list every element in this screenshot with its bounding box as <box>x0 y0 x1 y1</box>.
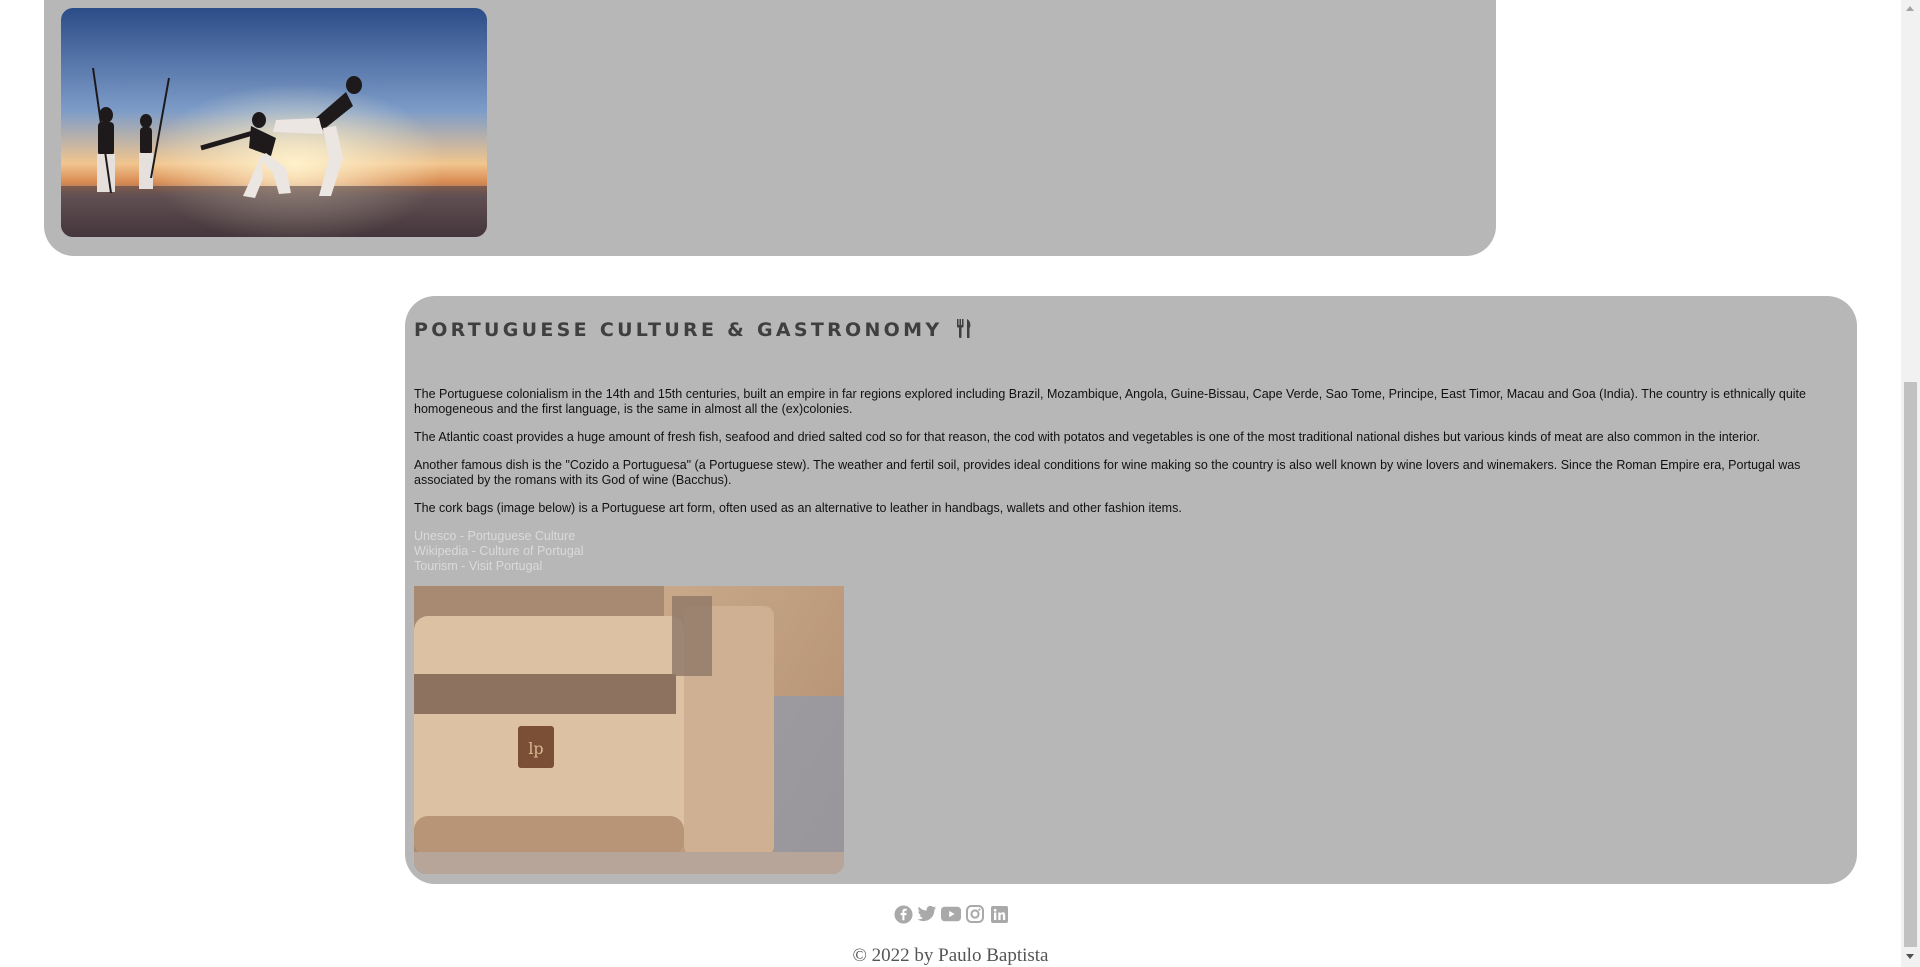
reference-links: Unesco - Portuguese Culture Wikipedia - … <box>414 529 584 574</box>
facebook-icon[interactable] <box>893 904 913 924</box>
capoeira-image <box>61 8 487 237</box>
paragraph: The Atlantic coast provides a huge amoun… <box>414 430 1760 444</box>
paragraph: Another famous dish is the "Cozido a Por… <box>414 458 1801 487</box>
scroll-up-arrow-icon[interactable] <box>1906 6 1914 11</box>
section-body: The Portuguese colonialism in the 14th a… <box>414 387 1850 529</box>
copyright: © 2022 by Paulo Baptista <box>852 945 1049 966</box>
social-links <box>893 904 1009 924</box>
instagram-icon[interactable] <box>965 904 985 924</box>
page: PORTUGUESE CULTURE & GASTRONOMY The Port… <box>0 0 1901 967</box>
section-title: PORTUGUESE CULTURE & GASTRONOMY <box>414 319 972 343</box>
scrollbar-thumb[interactable] <box>1904 382 1917 947</box>
link-unesco[interactable]: Unesco - Portuguese Culture <box>414 529 584 544</box>
vertical-scrollbar[interactable] <box>1901 0 1920 967</box>
link-wikipedia[interactable]: Wikipedia - Culture of Portugal <box>414 544 584 559</box>
fork-knife-icon <box>956 319 972 343</box>
culture-section: PORTUGUESE CULTURE & GASTRONOMY The Port… <box>405 296 1857 884</box>
paragraph: The Portuguese colonialism in the 14th a… <box>414 387 1806 416</box>
section-title-text: PORTUGUESE CULTURE & GASTRONOMY <box>414 319 943 341</box>
scroll-down-arrow-icon[interactable] <box>1906 954 1914 959</box>
linkedin-icon[interactable] <box>989 904 1009 924</box>
cork-bags-image: lp <box>414 586 844 874</box>
youtube-icon[interactable] <box>941 904 961 924</box>
capoeira-section <box>44 0 1496 256</box>
paragraph: The cork bags (image below) is a Portugu… <box>414 501 1182 515</box>
link-visit-portugal[interactable]: Tourism - Visit Portugal <box>414 559 584 574</box>
twitter-icon[interactable] <box>917 904 937 924</box>
svg-text:lp: lp <box>528 739 543 758</box>
